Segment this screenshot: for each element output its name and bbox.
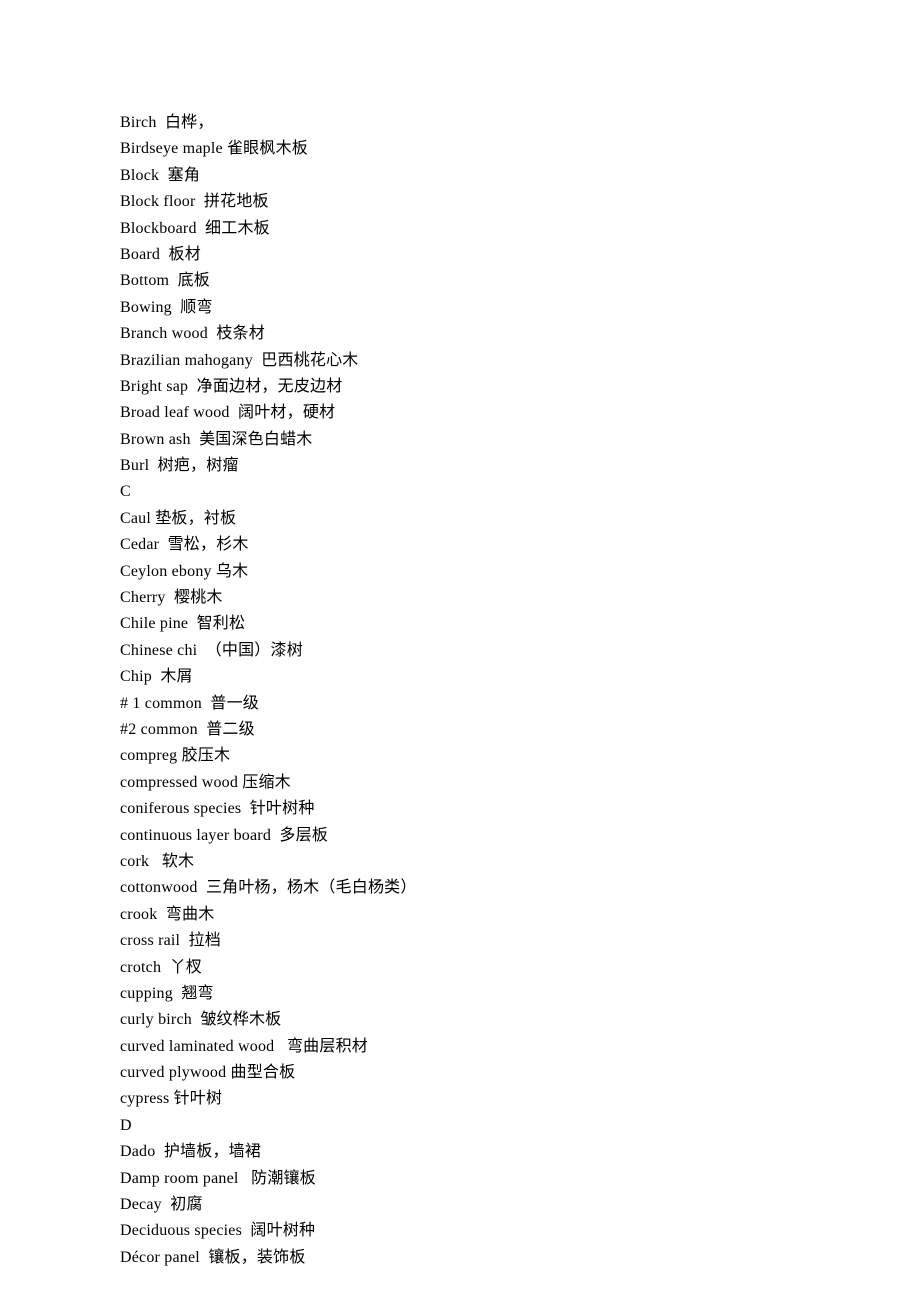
glossary-line: # 1 common 普一级 — [120, 691, 800, 717]
glossary-line: Board 板材 — [120, 242, 800, 268]
glossary-line: Blockboard 细工木板 — [120, 216, 800, 242]
glossary-line: #2 common 普二级 — [120, 717, 800, 743]
glossary-line: Chinese chi （中国）漆树 — [120, 638, 800, 664]
glossary-line: coniferous species 针叶树种 — [120, 796, 800, 822]
glossary-line: Chile pine 智利松 — [120, 611, 800, 637]
glossary-line: Branch wood 枝条材 — [120, 321, 800, 347]
glossary-line: compressed wood 压缩木 — [120, 770, 800, 796]
glossary-line: curly birch 皱纹桦木板 — [120, 1007, 800, 1033]
glossary-line: Deciduous species 阔叶树种 — [120, 1218, 800, 1244]
glossary-line: Broad leaf wood 阔叶材，硬材 — [120, 400, 800, 426]
glossary-line: Birch 白桦， — [120, 110, 800, 136]
glossary-line: Décor panel 镶板，装饰板 — [120, 1245, 800, 1271]
glossary-line: D — [120, 1113, 800, 1139]
glossary-line: cupping 翘弯 — [120, 981, 800, 1007]
glossary-line: Brazilian mahogany 巴西桃花心木 — [120, 348, 800, 374]
glossary-line: cork 软木 — [120, 849, 800, 875]
glossary-line: Burl 树疤，树瘤 — [120, 453, 800, 479]
glossary-line: Damp room panel 防潮镶板 — [120, 1166, 800, 1192]
glossary-line: curved laminated wood 弯曲层积材 — [120, 1034, 800, 1060]
glossary-line: Block floor 拼花地板 — [120, 189, 800, 215]
glossary-content: Birch 白桦，Birdseye maple 雀眼枫木板Block 塞角Blo… — [120, 110, 800, 1271]
glossary-line: Birdseye maple 雀眼枫木板 — [120, 136, 800, 162]
glossary-line: Cherry 樱桃木 — [120, 585, 800, 611]
glossary-line: Caul 垫板，衬板 — [120, 506, 800, 532]
glossary-line: cypress 针叶树 — [120, 1086, 800, 1112]
document-page: Birch 白桦，Birdseye maple 雀眼枫木板Block 塞角Blo… — [0, 0, 920, 1302]
glossary-line: Bright sap 净面边材，无皮边材 — [120, 374, 800, 400]
glossary-line: curved plywood 曲型合板 — [120, 1060, 800, 1086]
glossary-line: Dado 护墙板，墙裙 — [120, 1139, 800, 1165]
glossary-line: Chip 木屑 — [120, 664, 800, 690]
glossary-line: compreg 胶压木 — [120, 743, 800, 769]
glossary-line: crotch 丫杈 — [120, 955, 800, 981]
glossary-line: Bowing 顺弯 — [120, 295, 800, 321]
glossary-line: cottonwood 三角叶杨，杨木（毛白杨类） — [120, 875, 800, 901]
glossary-line: Decay 初腐 — [120, 1192, 800, 1218]
glossary-line: continuous layer board 多层板 — [120, 823, 800, 849]
glossary-line: Cedar 雪松，杉木 — [120, 532, 800, 558]
glossary-line: crook 弯曲木 — [120, 902, 800, 928]
glossary-line: Ceylon ebony 乌木 — [120, 559, 800, 585]
glossary-line: Bottom 底板 — [120, 268, 800, 294]
glossary-line: Block 塞角 — [120, 163, 800, 189]
glossary-line: cross rail 拉档 — [120, 928, 800, 954]
glossary-line: Brown ash 美国深色白蜡木 — [120, 427, 800, 453]
glossary-line: C — [120, 479, 800, 505]
